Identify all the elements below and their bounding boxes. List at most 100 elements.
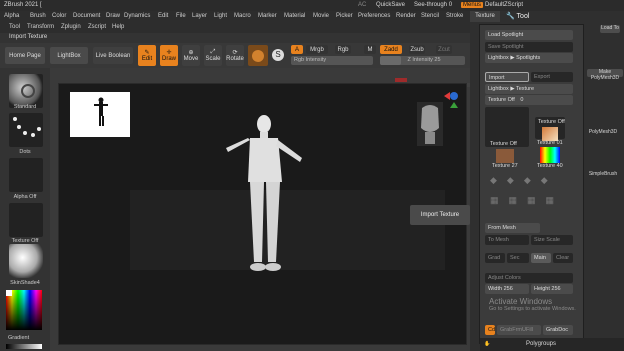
menu-edit[interactable]: Edit [158,13,168,19]
color-picker[interactable] [6,290,42,330]
menu-preferences[interactable]: Preferences [358,13,390,19]
to-mesh-button[interactable]: To Mesh [485,235,529,245]
from-mesh-button[interactable]: From Mesh [485,223,540,233]
grabdoc-button[interactable]: GrabDoc [543,325,573,335]
import-button[interactable]: Import [485,72,529,82]
main-color-swatch[interactable] [6,290,12,296]
gradient-swatch[interactable] [6,344,42,349]
menu-draw[interactable]: Draw [106,13,120,19]
spotlight-icon[interactable]: S [272,49,284,61]
save-spotlight-button[interactable]: Save Spotlight [485,42,573,52]
menu-macro[interactable]: Macro [234,13,251,19]
mrgb-toggle[interactable]: Mrgb [306,45,328,54]
menu-render[interactable]: Render [396,13,416,19]
seethrough-slider[interactable]: See-through 0 [414,2,452,8]
cd-toggle[interactable]: Cd [485,325,495,335]
menu-file[interactable]: File [176,13,186,19]
zsub-toggle[interactable]: Zsub [409,45,425,54]
rgb-intensity-slider[interactable]: Rgb Intensity [291,56,373,65]
stroke-thumbnail[interactable] [9,113,43,147]
menu-marker[interactable]: Marker [258,13,277,19]
load-tool-button[interactable]: Load To [600,25,620,33]
grab-from-button[interactable]: GrabFrmUFill [497,325,541,335]
texture-27-thumb[interactable] [496,149,514,163]
active-command-label: Import Texture [0,33,470,43]
texture-thumbnail[interactable] [9,203,43,237]
draw-button[interactable]: ✛ Draw [160,45,178,66]
menu-stencil[interactable]: Stencil [421,13,439,19]
menu-stroke[interactable]: Stroke [446,13,463,19]
adjust-colors-button[interactable]: Adjust Colors [485,273,573,283]
menu-zplugin[interactable]: Zplugin [61,24,81,30]
material-thumbnail[interactable] [9,244,43,278]
texture-tools-row[interactable]: ◆◆◆◆ [490,175,570,195]
menus-button[interactable]: Menus [461,2,484,8]
rotate-button[interactable]: ⟳ Rotate [226,45,244,66]
ac-label: AC [358,2,367,8]
menu-alpha[interactable]: Alpha [4,13,19,19]
material-swatch[interactable] [248,45,268,66]
texture-40-thumb[interactable] [540,147,560,163]
m-toggle[interactable]: M [364,45,376,54]
axis-gizmo-icon[interactable] [438,90,462,110]
lightbox-texture-button[interactable]: Lightbox ▶ Texture [485,84,573,94]
alpha-thumbnail[interactable] [9,158,43,192]
a-toggle[interactable]: A [291,45,303,54]
menu-tool[interactable]: Tool [9,24,20,30]
menu-color[interactable]: Color [52,13,66,19]
quicksave-button[interactable]: QuickSave [376,2,405,8]
menu-light[interactable]: Light [214,13,227,19]
menu-movie[interactable]: Movie [313,13,329,19]
move-button[interactable]: ⊕ Move [182,45,200,66]
default-zscript[interactable]: DefaultZScript [485,2,523,8]
rotate-label: Rotate [226,56,244,62]
move-hand-icon[interactable]: ✋ [484,341,490,347]
texture-01-thumb[interactable] [542,127,558,141]
load-spotlight-button[interactable]: Load Spotlight [485,30,573,40]
menu-bar-2: Tool Transform Zplugin Zscript Help [0,22,470,33]
menu-zscript[interactable]: Zscript [88,24,106,30]
menu-document[interactable]: Document [73,13,100,19]
material-label: SkinShade4 [10,280,40,286]
make-polymesh-button[interactable]: Make PolyMesh3D [587,69,623,81]
clear-button[interactable]: Clear [553,253,573,263]
menu-dynamics[interactable]: Dynamics [124,13,150,19]
lightbox-button[interactable]: LightBox [50,47,88,64]
sec-button[interactable]: Sec [507,253,529,263]
menu-material[interactable]: Material [284,13,305,19]
home-page-button[interactable]: Home Page [5,47,45,64]
rgb-toggle[interactable]: Rgb [335,45,351,54]
texture-tab[interactable]: Texture [470,11,500,22]
material-sphere-icon [252,50,264,62]
character-model[interactable] [220,112,310,278]
tool-tab[interactable]: 🔧 Tool [506,11,546,22]
menu-brush[interactable]: Brush [30,13,46,19]
alpha-label: Alpha Off [13,194,37,200]
width-slider[interactable]: Width 256 [485,284,529,294]
menu-transform[interactable]: Transform [27,24,54,30]
zadd-toggle[interactable]: Zadd [380,45,402,54]
height-slider[interactable]: Height 256 [531,284,573,294]
gradient-label: Gradient [8,335,30,341]
current-texture-caption: Texture Off [490,141,517,147]
menu-picker[interactable]: Picker [336,13,353,19]
grad-button[interactable]: Grad [485,253,505,263]
brush-thumbnail[interactable] [9,74,43,108]
app-title: ZBrush 2021 [ [4,2,42,8]
zcut-toggle[interactable]: Zcut [436,45,452,54]
z-intensity-slider[interactable]: Z Intensity 25 [380,56,465,65]
live-boolean-button[interactable]: Live Boolean [93,47,133,64]
edit-button[interactable]: ✎ Edit [138,45,156,66]
polygroups-label[interactable]: Polygroups [526,341,556,347]
z-intensity-label: Z Intensity 25 [407,57,441,63]
main-button[interactable]: Main [531,253,551,263]
texture-slider[interactable]: Texture Off 0 [485,95,573,105]
scale-button[interactable]: ⤢ Scale [204,45,222,66]
export-button[interactable]: Export [531,72,573,82]
size-scale-slider[interactable]: Size Scale [531,235,573,245]
texture-tools-row-2[interactable]: ▦▦▦▦ [490,195,570,209]
lightbox-spotlights-button[interactable]: Lightbox ▶ Spotlights [485,53,573,63]
menu-help[interactable]: Help [112,24,124,30]
menu-layer[interactable]: Layer [192,13,207,19]
menu-bar: Alpha Brush Color Document Draw Dynamics… [0,11,470,22]
